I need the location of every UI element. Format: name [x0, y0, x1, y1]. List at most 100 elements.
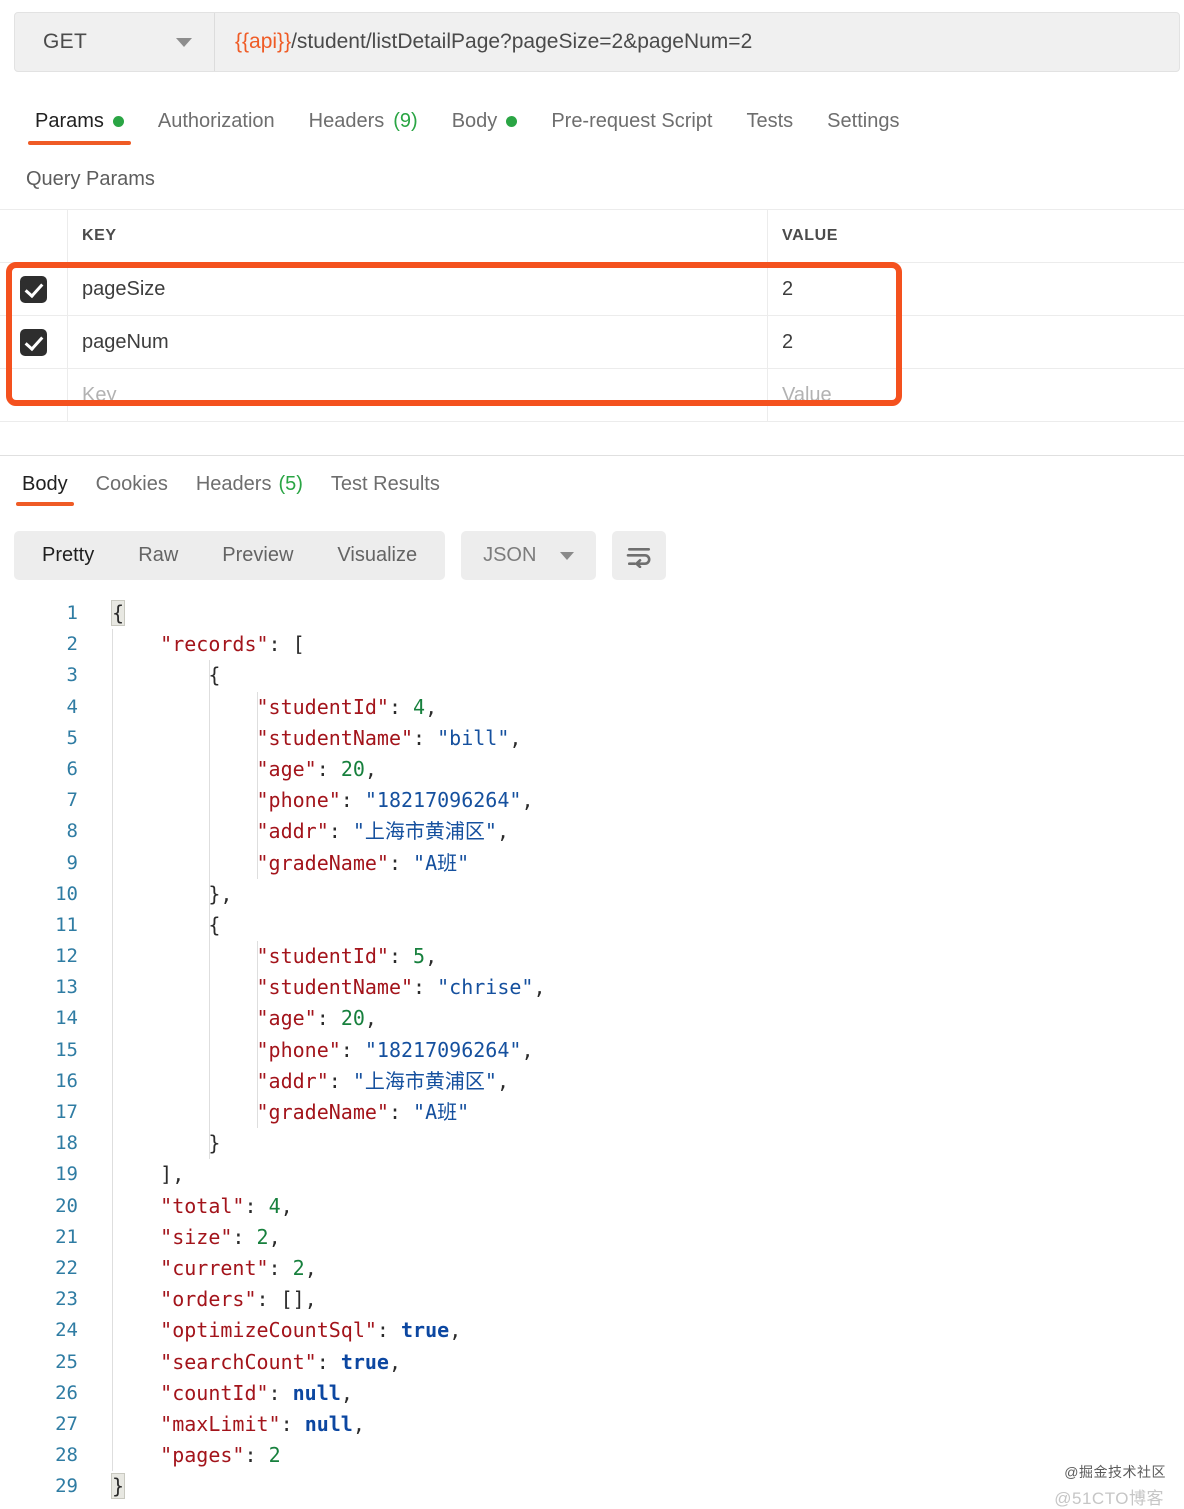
code-token — [112, 975, 257, 999]
code-token: , — [509, 726, 521, 750]
code-token: : — [244, 1194, 268, 1218]
code-line: 27 "maxLimit": null, — [0, 1409, 1184, 1440]
indent-guide — [112, 816, 113, 847]
code-token: "18217096264" — [365, 788, 522, 812]
code-token — [112, 632, 160, 656]
row-checkbox-cell[interactable] — [0, 316, 68, 368]
code-token: ], — [112, 1162, 184, 1186]
code-token: : — [389, 851, 413, 875]
code-token: "total" — [160, 1194, 244, 1218]
code-token: : — [244, 1443, 268, 1467]
param-key-input[interactable]: pageNum — [68, 316, 768, 368]
line-number: 2 — [0, 629, 96, 660]
checkbox-checked-icon[interactable] — [20, 276, 47, 303]
response-tab-test-results[interactable]: Test Results — [317, 462, 454, 506]
table-header-row: KEY VALUE — [0, 209, 1184, 263]
line-number: 1 — [0, 598, 96, 629]
code-token — [112, 757, 257, 781]
http-method-selector[interactable]: GET — [15, 13, 215, 71]
table-row-empty[interactable]: Key Value — [0, 368, 1184, 422]
view-raw-button[interactable]: Raw — [116, 531, 200, 580]
table-row[interactable]: pageSize 2 — [0, 262, 1184, 316]
line-number: 8 — [0, 816, 96, 847]
tab-authorization-label: Authorization — [158, 110, 275, 133]
line-number: 21 — [0, 1222, 96, 1253]
response-tab-headers-count: (5) — [278, 473, 302, 496]
code-line-text: "age": 20, — [96, 1003, 1184, 1034]
code-token: : — [232, 1225, 256, 1249]
param-value-input[interactable]: 2 — [768, 316, 1184, 368]
indent-guide — [209, 879, 210, 910]
tab-pre-request-script[interactable]: Pre-request Script — [534, 98, 729, 145]
column-header-key: KEY — [68, 210, 768, 262]
code-token — [112, 1194, 160, 1218]
code-token — [112, 1350, 160, 1374]
view-pretty-button[interactable]: Pretty — [20, 531, 116, 580]
code-token: : — [269, 1381, 293, 1405]
param-value-input[interactable]: 2 — [768, 263, 1184, 315]
indent-guide — [112, 1128, 113, 1159]
response-tab-body[interactable]: Body — [8, 462, 82, 506]
code-line: 1{ — [0, 598, 1184, 629]
response-tab-cookies-label: Cookies — [96, 473, 168, 496]
tab-pre-request-script-label: Pre-request Script — [551, 110, 712, 133]
code-token: : — [341, 788, 365, 812]
code-token: : — [317, 1350, 341, 1374]
code-line: 16 "addr": "上海市黄浦区", — [0, 1066, 1184, 1097]
tab-params[interactable]: Params — [18, 98, 141, 145]
code-token — [112, 695, 257, 719]
response-tab-headers-label: Headers — [196, 473, 272, 496]
table-row[interactable]: pageNum 2 — [0, 315, 1184, 369]
code-line-text: { — [96, 910, 1184, 941]
line-number: 17 — [0, 1097, 96, 1128]
response-tab-cookies[interactable]: Cookies — [82, 462, 182, 506]
view-visualize-button[interactable]: Visualize — [315, 531, 439, 580]
code-token: : — [377, 1318, 401, 1342]
tab-tests[interactable]: Tests — [729, 98, 810, 145]
line-number: 14 — [0, 1003, 96, 1034]
code-token — [112, 1100, 257, 1124]
row-checkbox-cell[interactable] — [0, 263, 68, 315]
code-line: 3 { — [0, 660, 1184, 691]
wrap-lines-button[interactable] — [612, 531, 666, 580]
line-number: 9 — [0, 848, 96, 879]
code-token: { — [112, 663, 220, 687]
new-param-key-input[interactable]: Key — [68, 369, 768, 421]
code-token: : [], — [257, 1287, 317, 1311]
new-param-value-input[interactable]: Value — [768, 369, 1184, 421]
indent-guide — [112, 629, 113, 660]
tab-settings[interactable]: Settings — [810, 98, 916, 145]
code-token — [112, 1256, 160, 1280]
line-number: 19 — [0, 1159, 96, 1190]
line-number: 4 — [0, 692, 96, 723]
code-token: , — [269, 1225, 281, 1249]
indent-guide — [112, 1440, 113, 1471]
response-format-toolbar: Pretty Raw Preview Visualize JSON — [14, 531, 666, 580]
row-checkbox-cell[interactable] — [0, 369, 68, 421]
tab-authorization[interactable]: Authorization — [141, 98, 292, 145]
checkbox-checked-icon[interactable] — [20, 329, 47, 356]
wrap-lines-icon — [625, 544, 653, 568]
code-token: "gradeName" — [257, 1100, 389, 1124]
indent-guide — [257, 941, 258, 972]
param-key-input[interactable]: pageSize — [68, 263, 768, 315]
response-body-json-viewer[interactable]: 1{2 "records": [3 {4 "studentId": 4,5 "s… — [0, 598, 1184, 1509]
response-language-selector[interactable]: JSON — [461, 531, 596, 580]
line-number: 16 — [0, 1066, 96, 1097]
tab-body[interactable]: Body — [435, 98, 535, 145]
tab-headers[interactable]: Headers (9) — [292, 98, 435, 145]
indent-guide — [257, 972, 258, 1003]
code-token: "phone" — [257, 788, 341, 812]
indent-guide — [112, 972, 113, 1003]
view-preview-button[interactable]: Preview — [200, 531, 315, 580]
code-line-text: { — [96, 660, 1184, 691]
body-modified-dot-icon — [506, 116, 517, 127]
request-url-input[interactable]: {{api}}/student/listDetailPage?pageSize=… — [215, 13, 1179, 71]
code-token: "age" — [257, 1006, 317, 1030]
code-token: } — [112, 1474, 124, 1498]
indent-guide — [257, 692, 258, 723]
response-tab-headers[interactable]: Headers (5) — [182, 462, 317, 506]
url-path-text: /student/listDetailPage?pageSize=2&pageN… — [291, 30, 752, 54]
code-token: "optimizeCountSql" — [160, 1318, 377, 1342]
indent-guide — [112, 1097, 113, 1128]
